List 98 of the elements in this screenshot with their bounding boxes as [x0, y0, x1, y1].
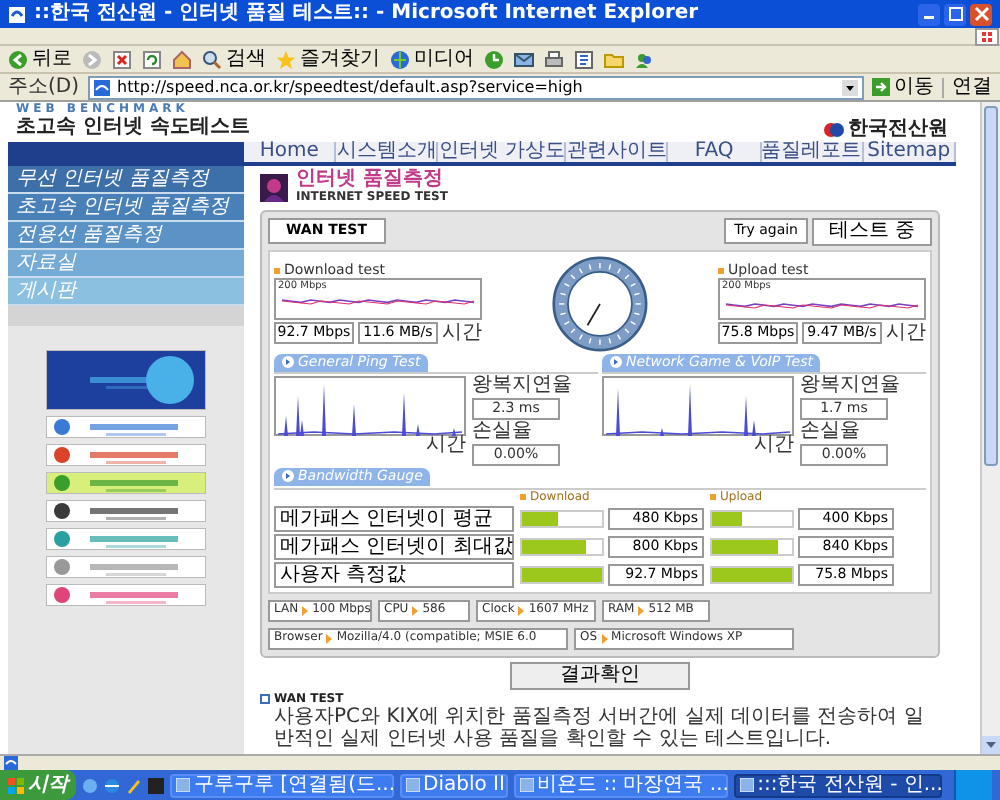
row-label: 메가패스 인터넷이 평균 [274, 505, 514, 531]
stat-label: 왕복지연율 [800, 375, 900, 395]
play-icon [610, 356, 622, 368]
back-button[interactable]: 뒤로 [8, 46, 72, 72]
favorites-button[interactable]: 즐겨찾기 [276, 46, 380, 72]
arrow-icon [872, 78, 890, 96]
logo-mark-icon [824, 122, 844, 138]
bullet-icon [274, 267, 280, 273]
close-icon [971, 4, 991, 24]
triangle-icon [412, 605, 419, 615]
nav-link[interactable]: 관련사이트 [566, 142, 669, 162]
triangle-icon [638, 605, 645, 615]
history-button[interactable] [484, 46, 504, 72]
bullet-icon [710, 494, 716, 500]
window-title: ::한국 전산원 - 인터넷 품질 테스트:: - Microsoft Internet Explorer [34, 4, 699, 24]
stat-label: 손실율 [800, 421, 862, 441]
printer-icon [544, 49, 564, 69]
axis-label: 시간 [426, 435, 466, 455]
search-button[interactable]: 검색 [202, 46, 266, 72]
nav-link[interactable]: Home [244, 142, 337, 162]
stat-label: 왕복지연율 [472, 375, 572, 395]
window-icon [176, 778, 190, 792]
sidebar-link[interactable]: 초고속 인터넷 품질측정 [8, 194, 244, 222]
media-button[interactable]: 미디어 [390, 46, 474, 72]
maximize-icon [945, 4, 965, 24]
home-button[interactable] [172, 46, 192, 72]
triangle-icon [601, 633, 608, 643]
scrollbar[interactable] [980, 102, 1000, 754]
stop-button[interactable] [112, 46, 132, 72]
globe-icon [104, 777, 120, 793]
nav-link[interactable]: FAQ [668, 142, 762, 162]
refresh-icon [142, 49, 162, 69]
globe-icon [390, 49, 410, 69]
taskbar-button[interactable]: :::한국 전산원 - 인... [733, 773, 942, 797]
address-url: http://speed.nca.or.kr/speedtest/default.asp?service=high [117, 79, 585, 95]
stat-label: 손실율 [472, 421, 534, 441]
taskbar-button[interactable]: 비욘드 :: 마장연국 ... [513, 773, 728, 797]
triangle-icon [518, 605, 525, 615]
window-icon [405, 778, 420, 792]
page-icon [93, 79, 110, 95]
document-icon [574, 49, 594, 69]
refresh-button[interactable] [142, 46, 162, 72]
windows-logo-icon [8, 777, 24, 793]
system-tray [953, 770, 993, 800]
axis-label: 시간 [754, 435, 794, 455]
close-button[interactable] [970, 3, 992, 25]
play-icon [282, 470, 294, 482]
nav-link[interactable]: Sitemap [863, 142, 956, 162]
window-icon [739, 778, 754, 792]
play-icon [282, 356, 294, 368]
go-button[interactable]: 이동 [872, 77, 934, 97]
info-text: 사용자PC와 KIX에 위치한 품질측정 서버간에 실제 데이터를 전송하여 일반적인 실제 인터넷 사용 품질을 확인할 수 있는 테스트입니다. [272, 705, 926, 749]
scrollbar-thumb[interactable] [984, 106, 998, 466]
bullet-icon [520, 494, 526, 500]
bullet-icon [718, 267, 724, 273]
triangle-icon [326, 633, 333, 643]
terminal-icon [148, 777, 164, 793]
maximize-button[interactable] [944, 3, 966, 25]
result-button[interactable]: 결과확인 [510, 661, 690, 689]
pencil-icon [126, 777, 142, 793]
nav-link[interactable]: 시스템소개 [336, 142, 439, 162]
sidebar-link[interactable]: 무선 인터넷 품질측정 [8, 166, 244, 194]
row-label: 사용자 측정값 [274, 561, 514, 587]
search-icon [202, 49, 222, 69]
page-heading: 인터넷 품질측정 [296, 170, 445, 190]
gauge-drawing [552, 255, 648, 351]
axis-label: 시간 [442, 323, 482, 343]
triangle-icon [302, 605, 309, 615]
links-button[interactable]: 연결 [942, 77, 992, 97]
taskbar-button[interactable]: Diablo II [399, 773, 508, 797]
envelope-icon [514, 49, 534, 69]
stop-icon [112, 49, 132, 69]
row-label: 메가패스 인터넷이 최대값 [274, 533, 514, 559]
nav-link[interactable]: 인터넷 가상도 [438, 142, 567, 162]
organization-logo: 한국전산원 [848, 120, 948, 140]
clock-icon [484, 49, 504, 69]
browser-icon [8, 5, 26, 23]
dropdown-caret-icon [842, 79, 858, 95]
taskbar-button[interactable]: 구루구루 [연결됨(드... [170, 773, 394, 797]
back-arrow-icon [8, 49, 28, 69]
window-icon [519, 778, 534, 792]
scroll-down-icon [982, 736, 1000, 754]
nav-link[interactable]: 품질레포트 [761, 142, 864, 162]
star-icon [276, 49, 296, 69]
edit-button[interactable] [574, 46, 594, 72]
axis-label: 시간 [886, 323, 926, 343]
square-bullet-icon [260, 694, 270, 704]
site-title: 초고속 인터넷 속도테스트 [16, 115, 250, 140]
minimize-button[interactable] [918, 3, 940, 25]
windows-logo-icon [972, 28, 1000, 46]
print-button[interactable] [544, 46, 564, 72]
forward-arrow-icon [82, 49, 102, 69]
browser-icon [82, 777, 98, 793]
people-icon [634, 49, 654, 69]
start-button[interactable]: 시작 [0, 770, 76, 800]
test-status: 테스트 중 [812, 217, 932, 245]
address-field[interactable]: http://speed.nca.or.kr/speedtest/default.asp?service=high [87, 75, 864, 99]
address-label: 주소(D) [8, 77, 80, 97]
